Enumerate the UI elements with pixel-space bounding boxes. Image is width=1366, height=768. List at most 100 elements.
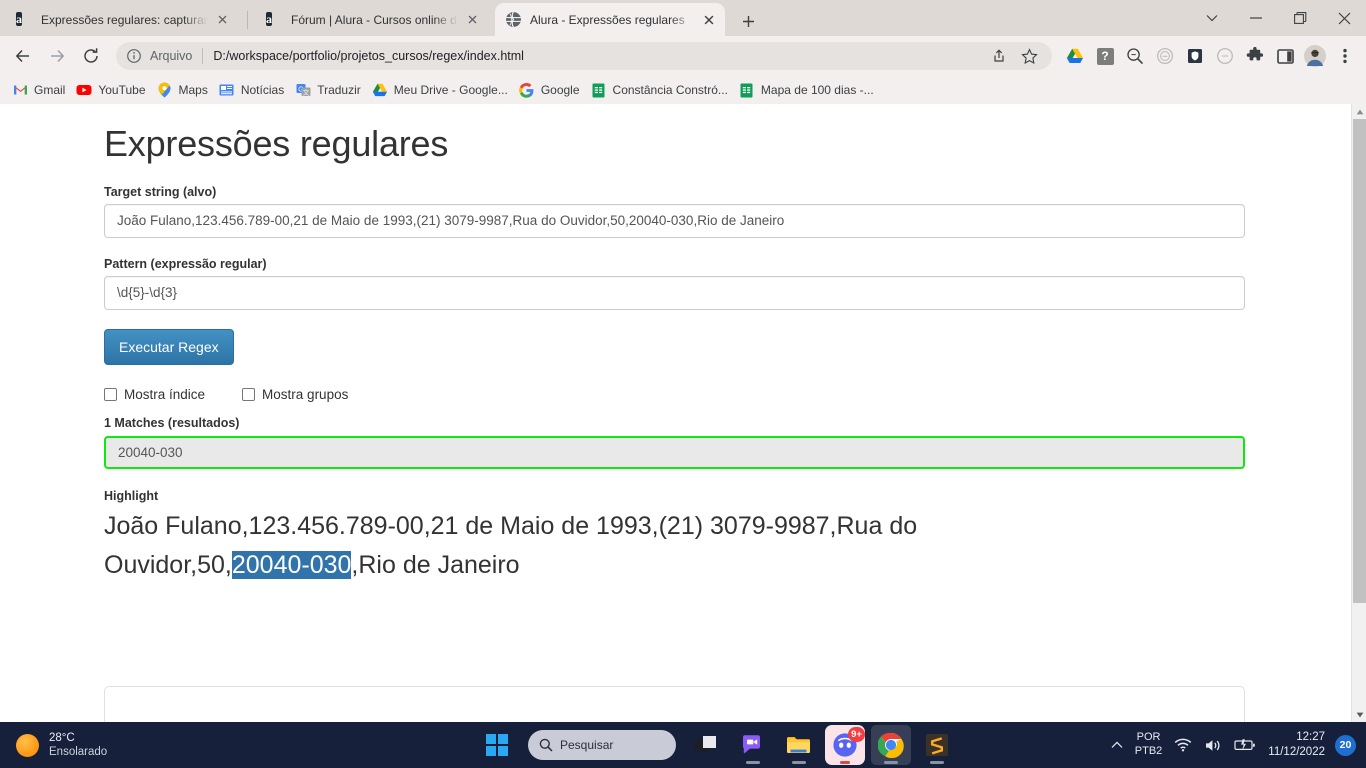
show-hidden-icons-icon[interactable] — [1111, 741, 1123, 749]
run-regex-button[interactable]: Executar Regex — [104, 328, 234, 365]
show-groups-checkbox[interactable]: Mostra grupos — [242, 387, 348, 402]
page-container: Expressões regulares Target string (alvo… — [104, 104, 1245, 722]
share-icon[interactable] — [986, 43, 1012, 69]
more-menu-icon[interactable] — [1332, 43, 1358, 69]
scroll-down-icon[interactable] — [1352, 707, 1366, 722]
chrome-icon[interactable] — [871, 725, 911, 765]
matches-count-label: 1 Matches (resultados) — [104, 415, 240, 430]
pattern-label: Pattern (expressão regular) — [104, 256, 267, 271]
bookmark-constancia[interactable]: Constância Constró... — [587, 79, 735, 101]
checkbox-label: Mostra grupos — [262, 386, 349, 402]
puzzle-extensions-icon[interactable] — [1242, 43, 1268, 69]
highlight-output: João Fulano,123.456.789-00,21 de Maio de… — [104, 507, 1104, 586]
task-view-icon[interactable] — [687, 725, 727, 765]
language-top: POR — [1136, 731, 1161, 744]
teams-chat-icon[interactable] — [733, 725, 773, 765]
page-scrollbar[interactable] — [1351, 104, 1366, 722]
target-string-label: Target string (alvo) — [104, 184, 217, 199]
checkbox-box[interactable] — [104, 387, 117, 401]
tab-title: Alura - Expressões regulares — [530, 12, 685, 27]
weather-text: 28°C Ensolarado — [49, 731, 107, 760]
bookmark-meu-drive[interactable]: Meu Drive - Google... — [368, 79, 515, 101]
clock[interactable]: 12:27 11/12/2022 — [1268, 730, 1325, 760]
browser-tab-1[interactable]: a Expressões regulares: capturando — [6, 3, 238, 36]
browser-tab-3-active[interactable]: Alura - Expressões regulares — [495, 3, 725, 36]
windows-start-icon[interactable] — [477, 725, 517, 765]
discord-badge: 9+ — [848, 727, 865, 742]
bookmark-label: Mapa de 100 dias -... — [760, 83, 874, 97]
bookmarks-bar: Gmail YouTube Maps Notícias G 文 Traduzir… — [0, 76, 1366, 104]
bookmark-traduzir[interactable]: G 文 Traduzir — [291, 79, 368, 101]
bookmark-noticias[interactable]: Notícias — [215, 79, 291, 101]
weather-widget[interactable]: 28°C Ensolarado — [16, 731, 107, 760]
bookmark-mapa-100-dias[interactable]: Mapa de 100 dias -... — [735, 79, 881, 101]
volume-icon[interactable] — [1204, 738, 1222, 753]
bookmark-gmail[interactable]: Gmail — [8, 79, 72, 101]
target-string-input[interactable] — [104, 203, 1245, 238]
back-icon[interactable] — [8, 41, 38, 71]
notification-badge[interactable]: 20 — [1335, 734, 1356, 756]
discord-icon[interactable]: 9+ — [825, 725, 865, 765]
alura-icon: a — [16, 12, 22, 26]
wifi-icon[interactable] — [1174, 738, 1192, 752]
language-indicator[interactable]: POR PTB2 — [1135, 731, 1163, 759]
magnifier-extension-icon[interactable] — [1122, 43, 1148, 69]
options-checkbox-group: Mostra índice Mostra grupos — [104, 387, 1244, 402]
matches-result-field[interactable] — [104, 435, 1245, 469]
sublime-text-icon[interactable] — [917, 725, 957, 765]
question-box-icon[interactable]: ? — [1092, 43, 1118, 69]
scrollbar-thumb[interactable] — [1353, 119, 1366, 603]
dashlane-extension-icon[interactable] — [1182, 43, 1208, 69]
url-text: D:/workspace/portfolio/projetos_cursos/r… — [213, 49, 524, 63]
close-icon[interactable] — [462, 10, 482, 30]
battery-charging-icon[interactable] — [1234, 738, 1256, 752]
bookmark-star-icon[interactable] — [1016, 43, 1042, 69]
weather-condition: Ensolarado — [49, 746, 108, 758]
address-bar[interactable]: Arquivo D:/workspace/portfolio/projetos_… — [116, 42, 1052, 70]
bookmark-label: Notícias — [240, 83, 285, 97]
tab-title: Expressões regulares: capturando — [41, 12, 208, 27]
clock-time: 12:27 — [1296, 731, 1325, 744]
maximize-icon[interactable] — [1278, 0, 1322, 36]
running-indicator — [930, 761, 944, 764]
cast-extension-icon[interactable] — [1212, 43, 1238, 69]
close-icon[interactable] — [1322, 0, 1366, 36]
bookmark-google[interactable]: Google — [515, 79, 587, 101]
chrome-browser-window: a Expressões regulares: capturando a Fór… — [0, 0, 1366, 722]
search-placeholder: Pesquisar — [560, 738, 614, 752]
taskbar-search[interactable]: Pesquisar — [528, 730, 676, 760]
regex-tester-page: Expressões regulares Target string (alvo… — [0, 104, 1351, 722]
show-index-checkbox[interactable]: Mostra índice — [104, 387, 205, 402]
secondary-output-box[interactable] — [104, 685, 1245, 722]
side-panel-icon[interactable] — [1272, 43, 1298, 69]
scroll-up-icon[interactable] — [1352, 104, 1366, 119]
browser-tab-2[interactable]: a Fórum | Alura - Cursos online de — [256, 3, 488, 36]
url-scheme-label: Arquivo — [150, 49, 193, 63]
running-indicator — [884, 761, 898, 764]
google-drive-icon[interactable] — [1062, 43, 1088, 69]
bookmark-label: Traduzir — [317, 83, 361, 97]
bookmark-youtube[interactable]: YouTube — [72, 79, 152, 101]
close-icon[interactable] — [699, 10, 719, 30]
new-tab-button[interactable] — [734, 7, 762, 35]
file-explorer-icon[interactable] — [779, 725, 819, 765]
minimize-icon[interactable] — [1234, 0, 1278, 36]
system-tray: POR PTB2 12:27 11/12/2022 20 — [1105, 722, 1356, 768]
pattern-input[interactable] — [104, 275, 1245, 310]
tab-search-chevron-icon[interactable] — [1190, 0, 1234, 36]
bookmark-maps[interactable]: Maps — [153, 79, 215, 101]
close-icon[interactable] — [212, 10, 232, 30]
checkbox-box[interactable] — [242, 387, 256, 401]
omnibox-divider — [202, 48, 204, 64]
profile-avatar-icon[interactable] — [1302, 43, 1328, 69]
highlight-text-after: ,Rio de Janeiro — [351, 551, 520, 580]
search-icon — [539, 738, 553, 752]
forward-icon[interactable] — [42, 41, 72, 71]
circle-extension-icon[interactable] — [1152, 43, 1178, 69]
weather-temperature: 28°C — [49, 731, 75, 744]
google-drive-icon — [372, 82, 388, 98]
page-info-icon[interactable] — [126, 48, 142, 64]
google-g-icon — [519, 82, 535, 98]
reload-icon[interactable] — [76, 41, 106, 71]
